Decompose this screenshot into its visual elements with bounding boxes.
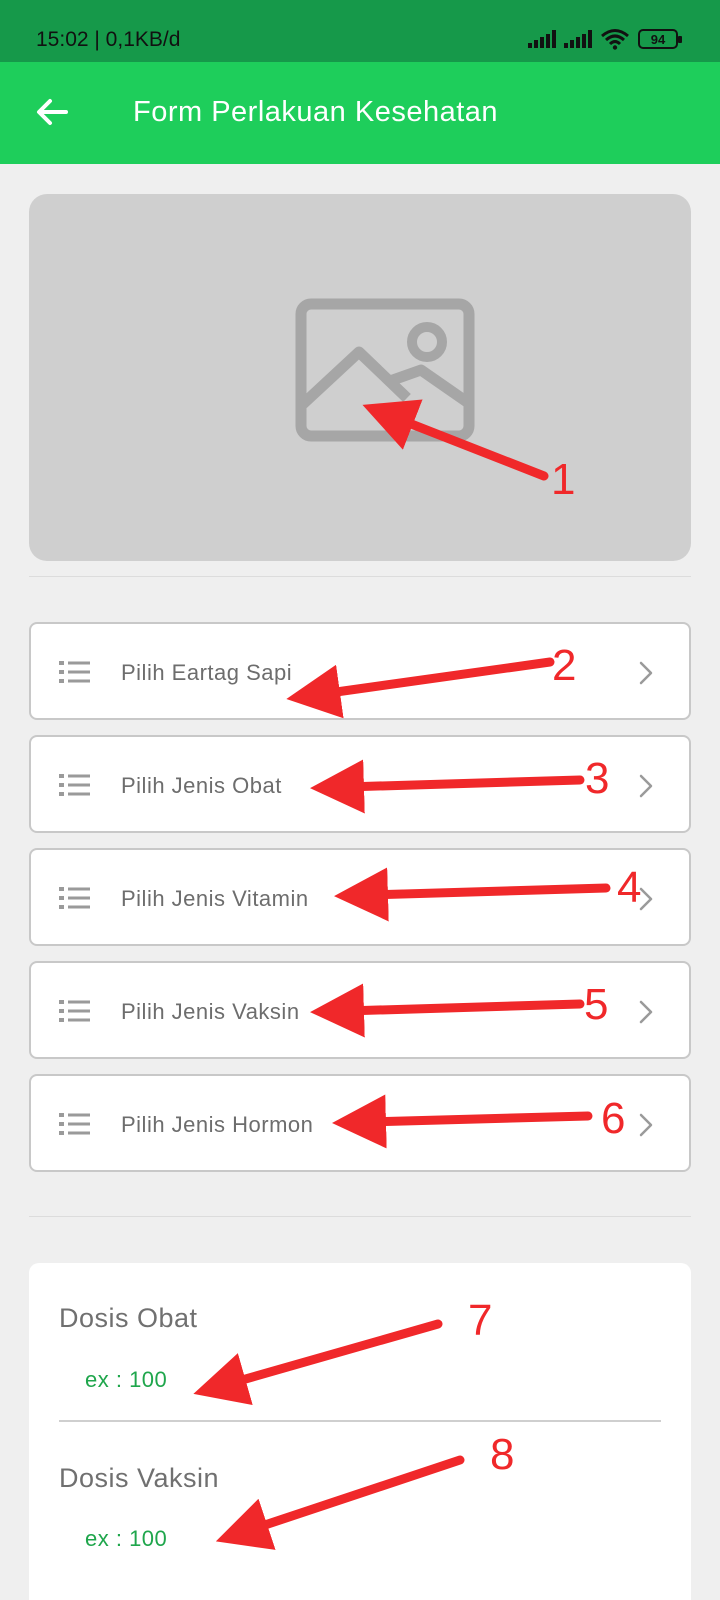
select-label: Pilih Jenis Vaksin (121, 999, 300, 1024)
battery-level: 94 (650, 31, 666, 47)
list-icon (59, 1113, 90, 1135)
divider (29, 576, 691, 577)
dosis-vaksin-input[interactable]: ex : 100 (85, 1526, 167, 1552)
chevron-right-icon (639, 661, 653, 685)
signal-icon (528, 30, 556, 48)
select-label: Pilih Jenis Hormon (121, 1112, 314, 1137)
dosage-card: Dosis Obat ex : 100 Dosis Vaksin ex : 10… (29, 1263, 691, 1600)
signal-icon (564, 30, 592, 48)
annotation-number-4: 4 (617, 863, 642, 912)
chevron-right-icon (639, 1000, 653, 1024)
annotation-number-8: 8 (490, 1430, 515, 1479)
battery-icon: 94 (638, 29, 682, 49)
select-label: Pilih Eartag Sapi (121, 660, 293, 685)
dosis-obat-input[interactable]: ex : 100 (85, 1367, 167, 1393)
chevron-right-icon (639, 774, 653, 798)
annotation-number-3: 3 (585, 754, 610, 803)
input-underline (59, 1420, 661, 1422)
dosis-obat-label: Dosis Obat (59, 1303, 198, 1333)
list-icon (59, 1000, 90, 1022)
select-jenis-hormon[interactable]: Pilih Jenis Hormon (29, 1074, 691, 1172)
list-icon (59, 661, 90, 683)
status-time: 15:02 | 0,1KB/d (36, 28, 181, 51)
image-placeholder-icon (295, 298, 475, 442)
select-eartag-sapi[interactable]: Pilih Eartag Sapi (29, 622, 691, 720)
annotation-number-5: 5 (584, 980, 609, 1029)
image-picker[interactable] (29, 194, 691, 561)
list-icon (59, 774, 90, 796)
list-icon (59, 887, 90, 909)
chevron-right-icon (639, 1113, 653, 1137)
divider (29, 1216, 691, 1217)
arrow-left-icon[interactable] (30, 90, 74, 134)
dosis-vaksin-label: Dosis Vaksin (59, 1463, 220, 1493)
app-bar: Form Perlakuan Kesehatan (0, 62, 720, 164)
status-icons: 94 (528, 28, 682, 50)
annotation-number-2: 2 (552, 641, 577, 690)
select-label: Pilih Jenis Obat (121, 773, 282, 798)
page-title: Form Perlakuan Kesehatan (133, 96, 499, 128)
status-bar: 15:02 | 0,1KB/d 94 (0, 0, 720, 62)
annotation-number-7: 7 (468, 1296, 493, 1345)
annotation-number-1: 1 (551, 455, 576, 504)
select-jenis-vitamin[interactable]: Pilih Jenis Vitamin (29, 848, 691, 946)
annotation-number-6: 6 (601, 1094, 626, 1143)
wifi-icon (601, 29, 629, 50)
select-label: Pilih Jenis Vitamin (121, 886, 309, 911)
